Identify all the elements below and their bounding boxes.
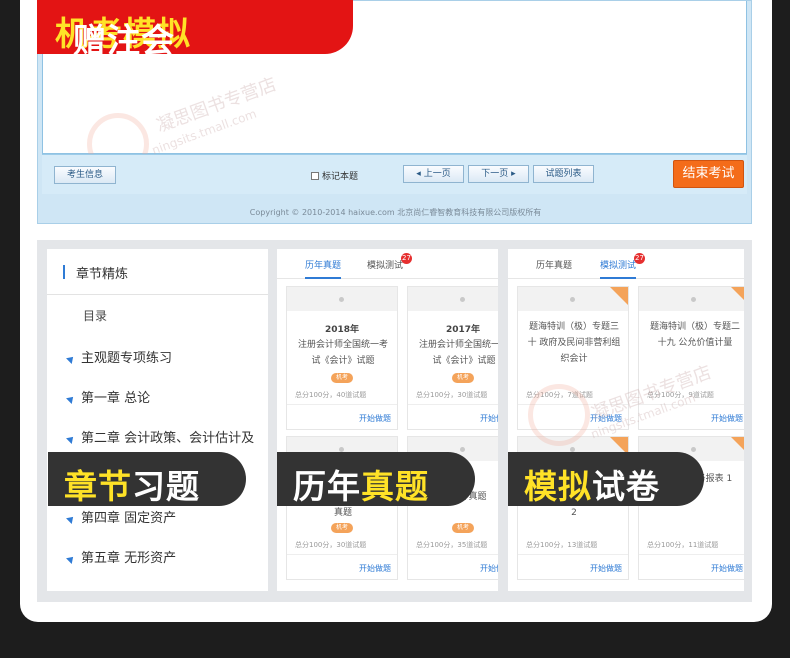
tab-history-exams[interactable]: 历年真题: [536, 258, 572, 271]
feature-panels: 章节精炼 目录 主观题专项练习 第一章 总论 第二章 会计政策、会计估计及 第四…: [37, 240, 752, 602]
card-dot-icon: [570, 297, 575, 302]
start-exam-link[interactable]: 开始做题: [590, 563, 622, 574]
start-exam-link[interactable]: 开始做题: [480, 413, 498, 424]
mark-question-checkbox[interactable]: 标记本题: [311, 169, 358, 182]
accent-bar: [63, 265, 65, 279]
exam-name: 注册会计师全国统一考试《会计》试题: [297, 340, 388, 366]
history-tabs: 历年真题 模拟测试 27: [277, 249, 498, 279]
mock-panel: 历年真题 模拟测试 27 题海特训（极）专题三十 政府及民间非营利组织会计 总分…: [508, 249, 744, 591]
mark-question-label: 标记本题: [322, 172, 359, 182]
copyright-text: Copyright © 2010-2014 haixue.com 北京尚仁睿智教…: [249, 208, 542, 217]
card-dot-icon: [339, 297, 344, 302]
card-dot-icon: [691, 447, 696, 452]
exam-tag: 机考: [331, 523, 353, 533]
next-page-label: 下一页: [481, 169, 509, 179]
start-exam-link[interactable]: 开始做题: [359, 413, 391, 424]
exam-card[interactable]: 2017年 注册会计师全国统一考试《会计》试题 机考 总分100分，30道试题 …: [407, 286, 498, 430]
chapter-item-label: 第四章 固定资产: [81, 511, 177, 526]
chapter-panel: 章节精炼 目录 主观题专项练习 第一章 总论 第二章 会计政策、会计估计及 第四…: [47, 249, 268, 591]
expand-triangle-icon: [66, 514, 76, 524]
exam-meta: 总分100分，13道试题: [526, 541, 598, 549]
next-arrow-icon: ▸: [508, 169, 516, 179]
card-dot-icon: [460, 447, 465, 452]
exam-card[interactable]: 2018年 注册会计师全国统一考试《会计》试题 机考 总分100分，40道试题 …: [286, 286, 398, 430]
expand-triangle-icon: [66, 554, 76, 564]
start-exam-link[interactable]: 开始做题: [359, 563, 391, 574]
chapter-item[interactable]: 第五章 无形资产: [66, 547, 177, 566]
mock-papers-label: 模拟试卷: [508, 452, 704, 506]
question-list-button[interactable]: 试题列表: [533, 165, 594, 183]
tab-history-exams[interactable]: 历年真题: [305, 258, 342, 279]
chapter-item[interactable]: 第一章 总论: [66, 387, 151, 406]
chapter-exercises-label: 章节习题: [48, 452, 246, 506]
tab-mock-tests[interactable]: 模拟测试: [367, 258, 403, 271]
history-panel: 历年真题 模拟测试 27 2018年 注册会计师全国统一考试《会计》试题 机考 …: [277, 249, 498, 591]
start-exam-link[interactable]: 开始做题: [711, 563, 743, 574]
exam-name: 题海特训（极）专题二十九 公允价值计量: [649, 322, 740, 348]
candidate-info-button[interactable]: 考生信息: [54, 166, 116, 184]
exam-meta: 总分100分，30道试题: [416, 391, 488, 399]
expand-triangle-icon: [66, 434, 76, 444]
shop-seal-icon: [528, 384, 590, 446]
corner-ribbon: [731, 437, 744, 455]
promo-banner: 赠注会 机考模拟: [37, 0, 353, 60]
corner-ribbon: [731, 287, 744, 305]
exam-toolbar: 考生信息 标记本题 ◂ 上一页 下一页 ▸ 试题列表 结束考试: [42, 154, 747, 194]
mock-tabs: 历年真题 模拟测试 27: [508, 249, 744, 279]
chapter-panel-title: 章节精炼: [76, 267, 129, 282]
exam-meta: 总分100分，11道试题: [647, 541, 719, 549]
chapter-item-label: 第二章 会计政策、会计估计及: [81, 431, 255, 446]
chapter-item[interactable]: 第四章 固定资产: [66, 507, 177, 526]
exam-year: 2018年: [324, 325, 360, 335]
expand-triangle-icon: [66, 354, 76, 364]
end-exam-button[interactable]: 结束考试: [673, 160, 744, 188]
exam-tag: 机考: [452, 523, 474, 533]
tab-mock-tests[interactable]: 模拟测试: [600, 258, 637, 279]
start-exam-link[interactable]: 开始做题: [480, 563, 498, 574]
chapter-item-label: 第一章 总论: [81, 391, 151, 406]
next-page-button[interactable]: 下一页 ▸: [468, 165, 529, 183]
exam-meta: 总分100分，40道试题: [295, 391, 367, 399]
card-dot-icon: [460, 297, 465, 302]
exam-tag: 机考: [452, 373, 474, 383]
exam-name: 题海特训（极）专题三十 政府及民间非营利组织会计: [527, 322, 621, 364]
exam-meta: 总分100分，35道试题: [416, 541, 488, 549]
exam-tag: 机考: [331, 373, 353, 383]
prev-page-label: 上一页: [423, 169, 451, 179]
chapter-item-label: 第五章 无形资产: [81, 551, 177, 566]
exam-year: 2017年: [445, 325, 481, 335]
banner-text: 赠注会: [73, 21, 175, 60]
expand-triangle-icon: [66, 394, 76, 404]
checkbox-icon[interactable]: [311, 171, 319, 180]
start-exam-link[interactable]: 开始做题: [711, 413, 743, 424]
card-dot-icon: [691, 297, 696, 302]
chapter-item[interactable]: 第二章 会计政策、会计估计及: [66, 427, 255, 446]
chapter-panel-header: 章节精炼: [47, 249, 268, 295]
chapter-item-label: 主观题专项练习: [81, 351, 173, 366]
prev-arrow-icon: ◂: [416, 169, 424, 179]
count-badge: 27: [634, 253, 645, 264]
exam-name: 注册会计师全国统一考试《会计》试题: [418, 340, 498, 366]
count-badge: 27: [401, 253, 412, 264]
corner-ribbon: [610, 287, 628, 305]
catalog-link[interactable]: 目录: [83, 307, 107, 324]
chapter-item[interactable]: 主观题专项练习: [66, 347, 173, 366]
exam-meta: 总分100分，30道试题: [295, 541, 367, 549]
history-exams-label: 历年真题: [277, 452, 475, 506]
prev-page-button[interactable]: ◂ 上一页: [403, 165, 464, 183]
